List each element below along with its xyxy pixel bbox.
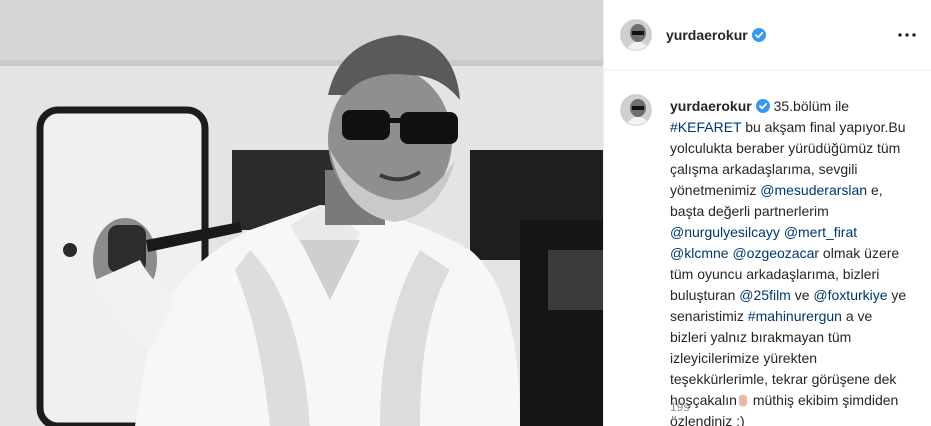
caption-body: 35.bölüm ile #KEFARET bu akşam final yap… <box>670 98 906 426</box>
caption-tag-link[interactable]: @mesuderarslan <box>760 182 867 198</box>
caption-tag-link[interactable]: @mert_firat <box>784 224 857 240</box>
caption-text: yurdaerokur 35.bölüm ile #KEFARET bu akş… <box>670 96 910 426</box>
caption-avatar[interactable] <box>620 94 652 126</box>
verified-badge-icon <box>751 28 766 42</box>
caption-tag-link[interactable]: #mahinurergun <box>748 308 842 324</box>
post-side-panel: yurdaerokur yurdaerokur 35.bölüm ile #KE… <box>603 0 931 426</box>
header-username[interactable]: yurdaerokur <box>666 27 748 43</box>
caption-text-segment: ve <box>790 287 814 303</box>
caption-tag-link[interactable]: #KEFARET <box>670 119 741 135</box>
post-header: yurdaerokur <box>604 0 931 71</box>
verified-badge-icon <box>755 99 770 113</box>
post-photo-image <box>0 0 603 426</box>
caption-text-segment: 35.bölüm ile <box>769 98 850 114</box>
caption-tag-link[interactable]: @nurgulyesilcayy <box>670 224 780 240</box>
avatar-image <box>621 20 651 50</box>
more-options-button[interactable] <box>896 24 918 46</box>
caption-tag-link[interactable]: @ozgeozacar <box>732 245 819 261</box>
caption-tag-link[interactable]: @25film <box>739 287 791 303</box>
caption-username[interactable]: yurdaerokur <box>670 98 752 114</box>
caption-tag-link[interactable]: @klcmne <box>670 245 729 261</box>
raised-hand-emoji <box>738 394 747 407</box>
post-photo[interactable] <box>0 0 603 426</box>
avatar[interactable] <box>620 19 652 51</box>
caption-comment: yurdaerokur 35.bölüm ile #KEFARET bu akş… <box>620 94 920 426</box>
caption-tag-link[interactable]: @foxturkiye <box>813 287 887 303</box>
avatar-image <box>621 95 651 125</box>
more-horizontal-icon <box>898 33 916 37</box>
post-timestamp[interactable]: 19s <box>670 400 689 414</box>
instagram-post: yurdaerokur yurdaerokur 35.bölüm ile #KE… <box>0 0 931 426</box>
